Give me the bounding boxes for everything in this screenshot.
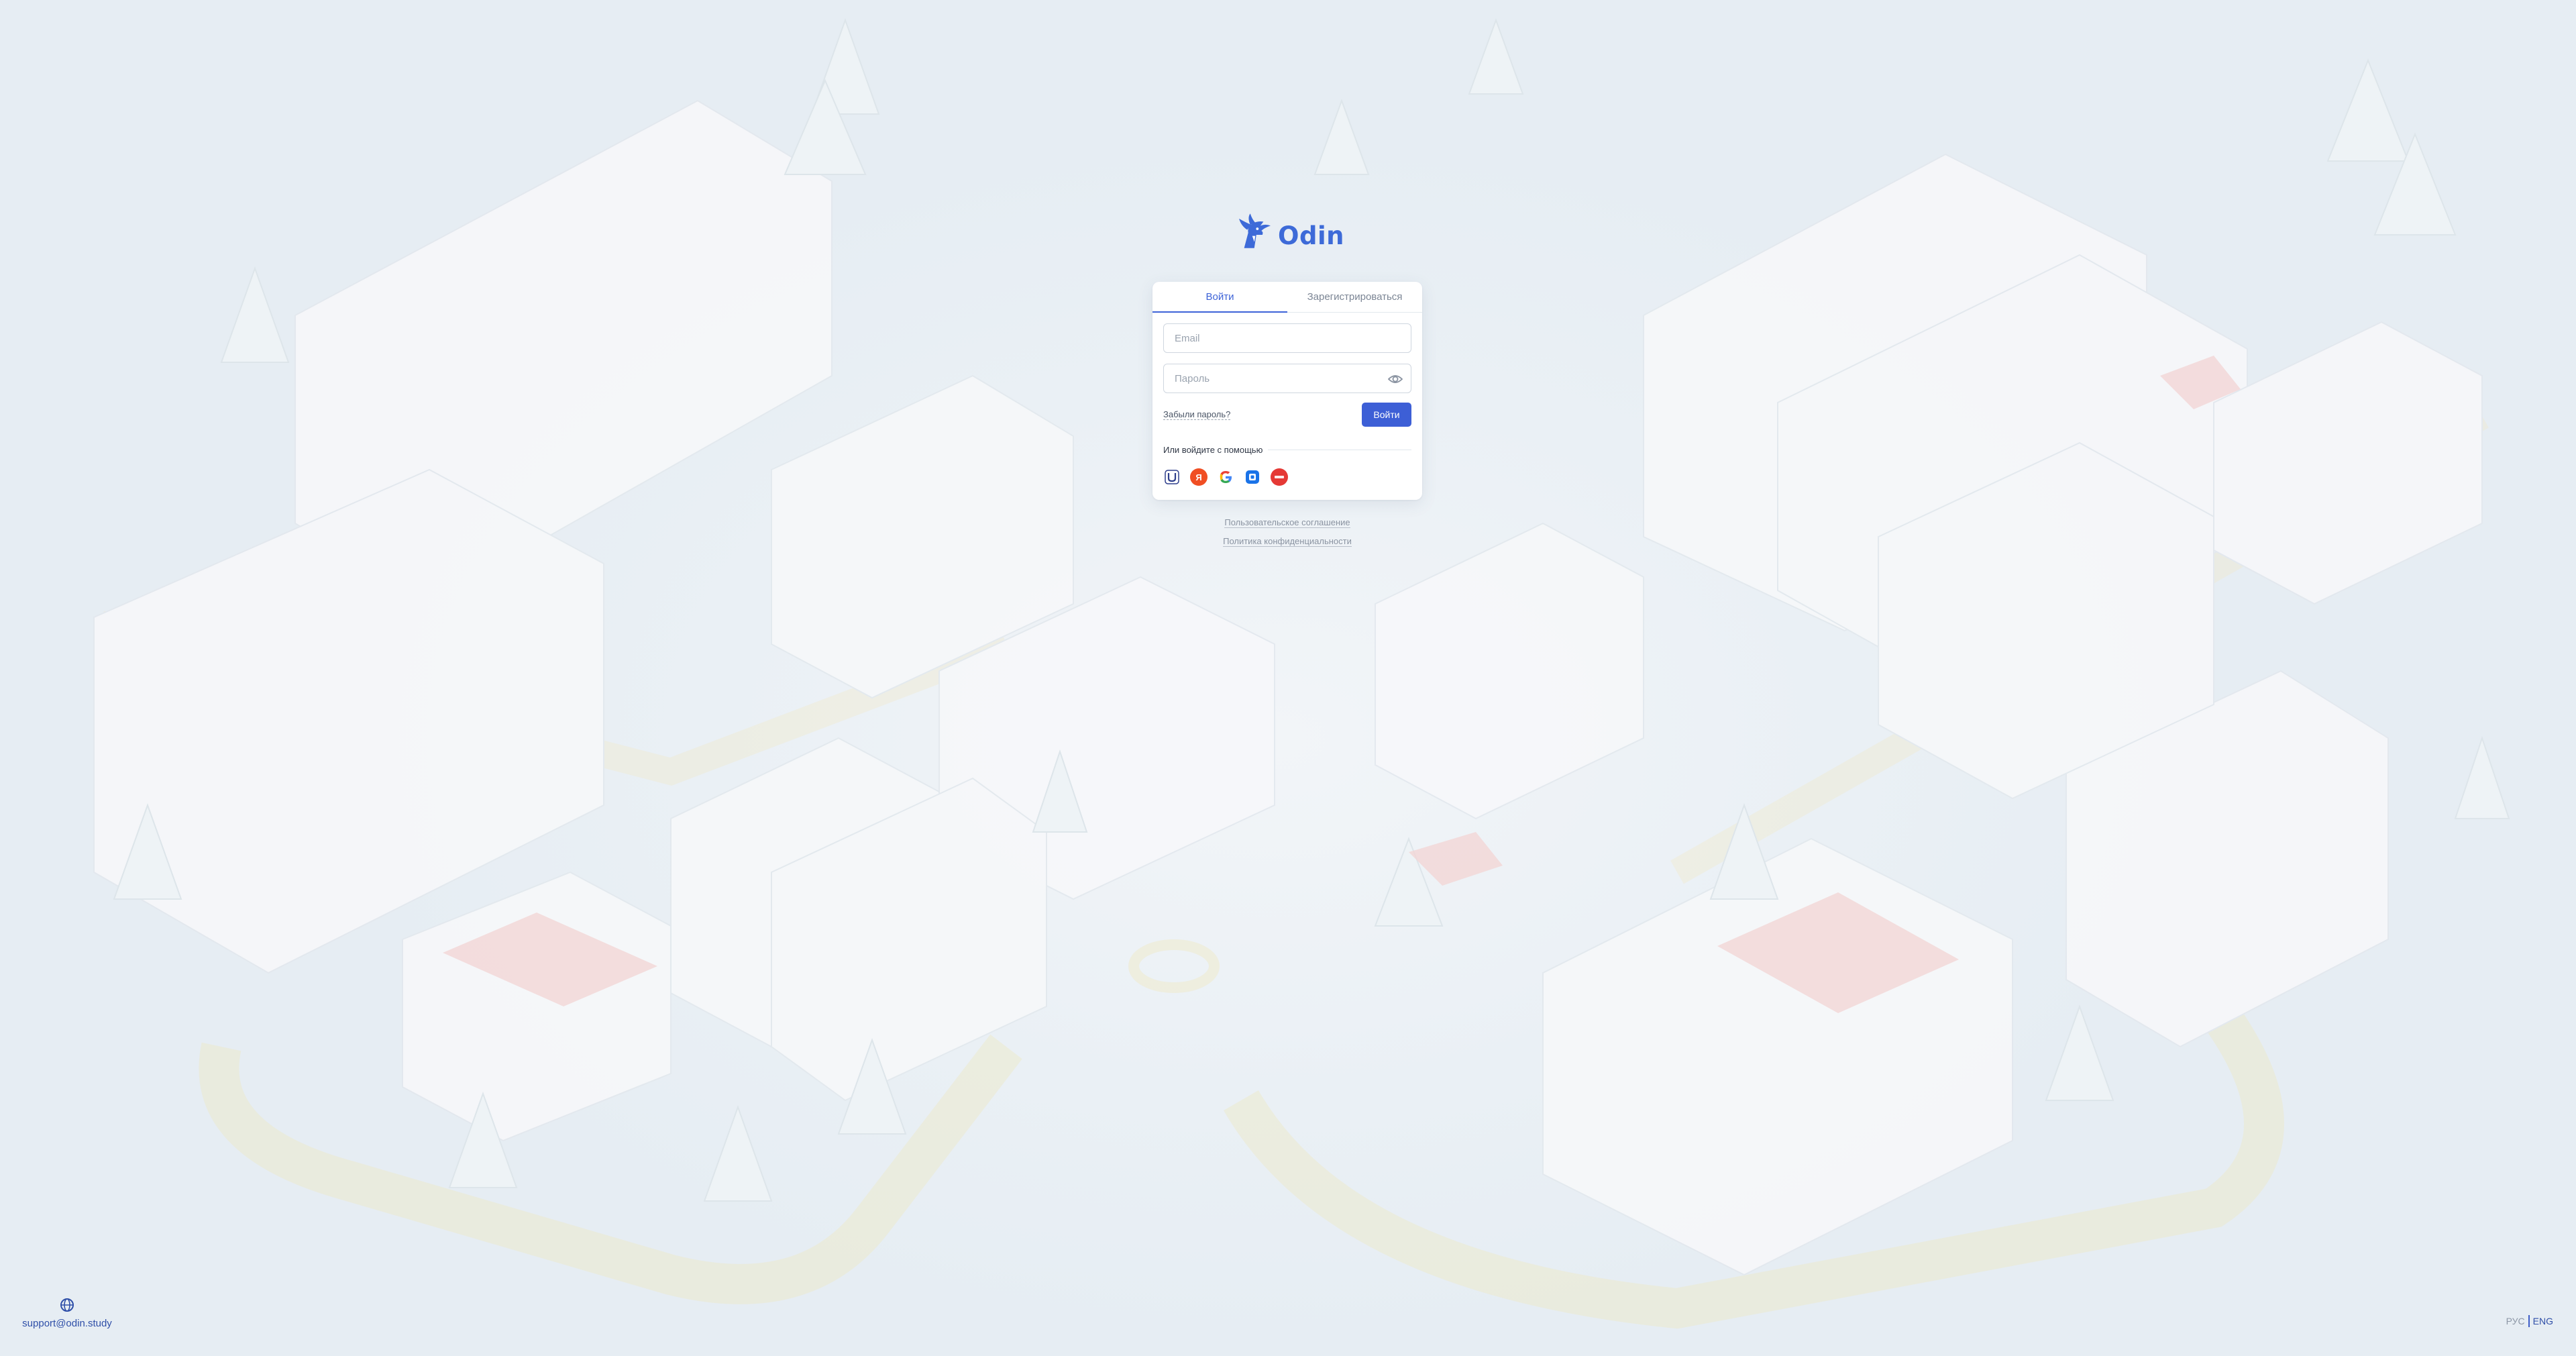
logo-text: Odin <box>1278 221 1344 250</box>
form-actions: Забыли пароль? Войти <box>1163 403 1411 427</box>
mos-ru-icon[interactable] <box>1271 468 1288 486</box>
auth-card: Войти Зарегистрироваться Забыли пароль? … <box>1152 282 1422 500</box>
tab-register[interactable]: Зарегистрироваться <box>1287 282 1422 312</box>
language-switcher: РУС ENG <box>2506 1315 2553 1327</box>
support-email[interactable]: support@odin.study <box>20 1318 114 1329</box>
login-form: Забыли пароль? Войти Или войдите с помощ… <box>1152 313 1422 486</box>
support-contact[interactable]: support@odin.study <box>20 1298 114 1329</box>
auth-tabs: Войти Зарегистрироваться <box>1152 282 1422 313</box>
vk-id-icon[interactable] <box>1244 468 1261 486</box>
odin-logo[interactable]: Odin <box>1237 205 1344 256</box>
eye-icon[interactable] <box>1388 372 1403 386</box>
privacy-row: Политика конфиденциальности <box>1152 535 1422 547</box>
email-field-wrapper <box>1163 323 1411 353</box>
town-illustration <box>93 18 2510 1329</box>
lang-en-option[interactable]: ENG <box>2533 1316 2553 1326</box>
terms-row: Пользовательское соглашение <box>1152 517 1422 529</box>
terms-link[interactable]: Пользовательское соглашение <box>1224 517 1350 528</box>
login-button[interactable]: Войти <box>1362 403 1411 427</box>
social-login-list: Я <box>1163 468 1411 486</box>
yandex-glyph: Я <box>1195 472 1202 482</box>
social-divider: Или войдите с помощью <box>1163 444 1411 455</box>
email-field[interactable] <box>1164 324 1411 352</box>
tab-login[interactable]: Войти <box>1152 282 1287 313</box>
password-field-wrapper <box>1163 364 1411 393</box>
globe-icon <box>60 1298 74 1312</box>
social-divider-label: Или войдите с помощью <box>1163 444 1263 455</box>
privacy-link[interactable]: Политика конфиденциальности <box>1223 536 1352 547</box>
login-page: Odin Войти Зарегистрироваться Забыли пар… <box>0 0 2576 1356</box>
google-icon[interactable] <box>1217 468 1234 486</box>
unikum-icon[interactable] <box>1163 468 1181 486</box>
yandex-icon[interactable]: Я <box>1190 468 1208 486</box>
odin-helmet-icon <box>1239 213 1271 248</box>
forgot-password-link[interactable]: Забыли пароль? <box>1163 409 1231 420</box>
lang-ru-option[interactable]: РУС <box>2506 1316 2525 1326</box>
password-field[interactable] <box>1164 364 1411 393</box>
lang-separator <box>2528 1315 2530 1327</box>
